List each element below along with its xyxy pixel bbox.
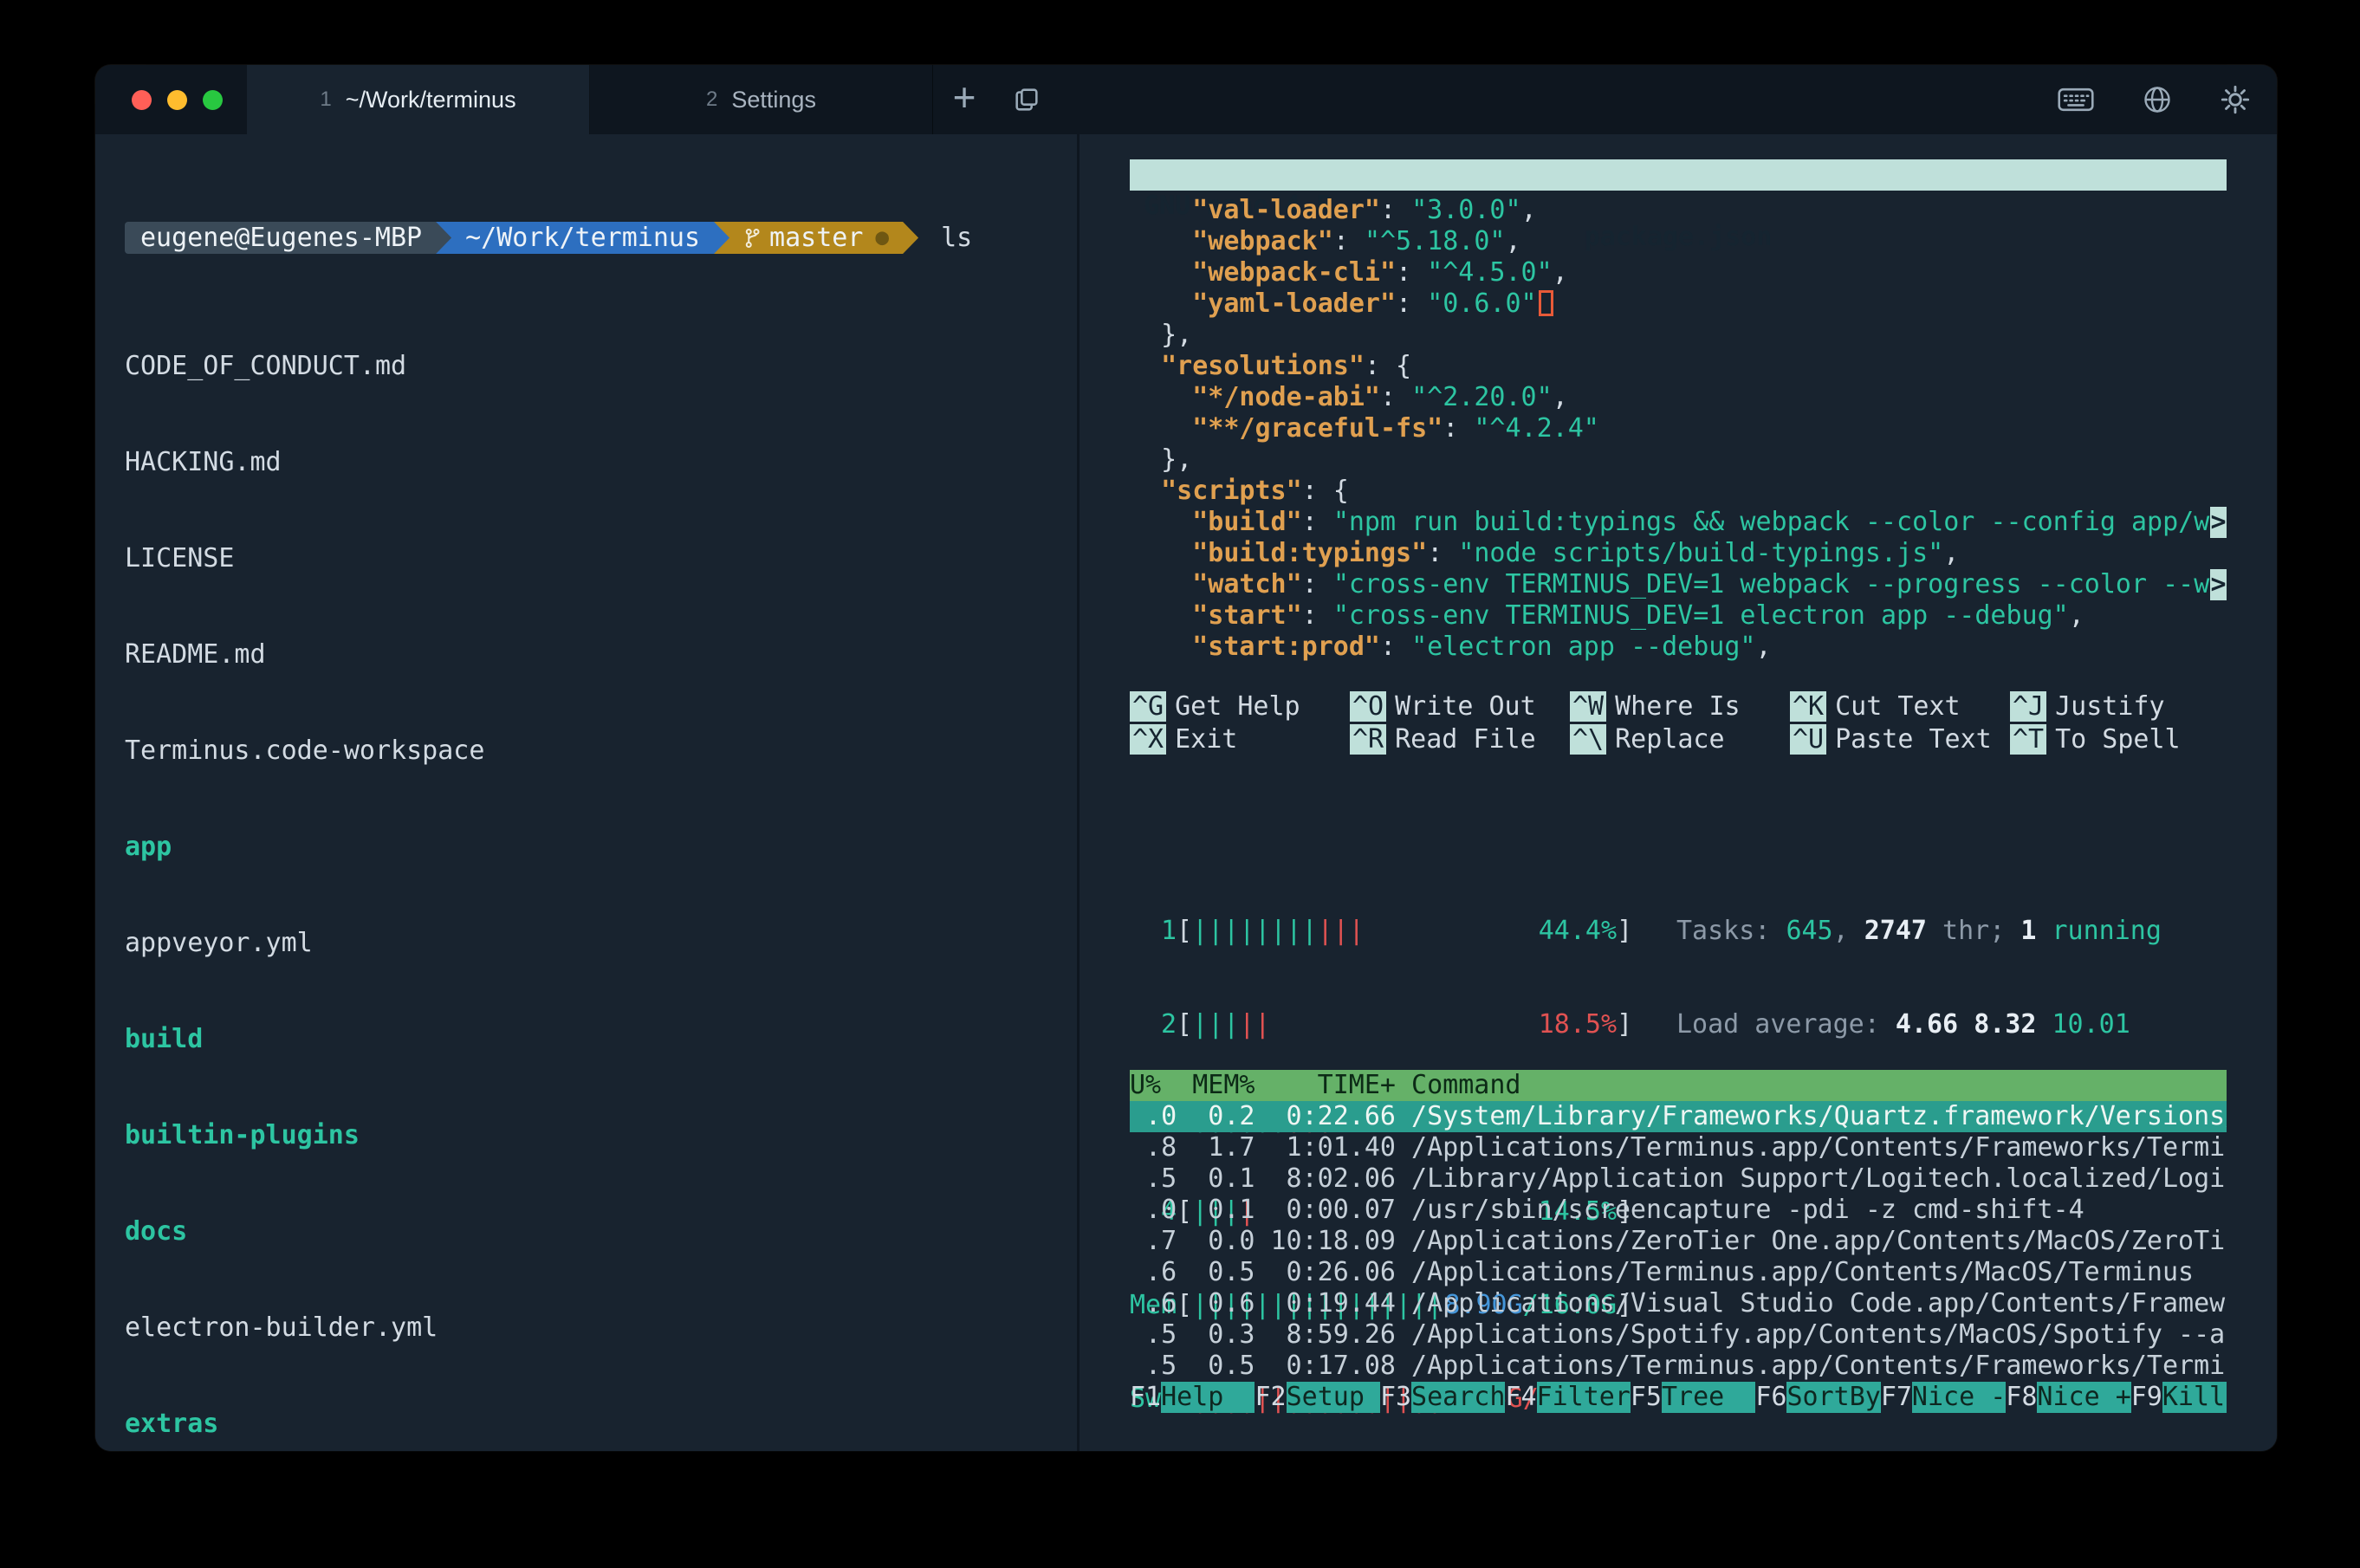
tab-number: 1 xyxy=(320,87,331,112)
load-average-stat: Load average: 4.66 8.32 10.01 xyxy=(1676,1009,2162,1040)
nano-title-bar: GNU nano 4.5 package.json xyxy=(1130,159,2227,191)
fkey-filter[interactable]: F4Filter xyxy=(1505,1382,1630,1413)
nano-line: "resolutions": { xyxy=(1130,351,2227,382)
process-row[interactable]: .50.38:59.26/Applications/Spotify.app/Co… xyxy=(1130,1319,2227,1351)
nano-line: "scripts": { xyxy=(1130,476,2227,507)
nano-shortcut: ^\Replace xyxy=(1570,724,1790,757)
file-entry: electron-builder.yml xyxy=(125,1312,1077,1344)
close-button[interactable] xyxy=(132,90,152,110)
fkey-setup[interactable]: F2Setup xyxy=(1255,1382,1379,1413)
nano-line: "val-loader": "3.0.0", xyxy=(1130,195,2227,226)
nano-editor[interactable]: "val-loader": "3.0.0", "webpack": "^5.18… xyxy=(1130,195,2227,663)
process-row[interactable]: .70.010:18.09/Applications/ZeroTier One.… xyxy=(1130,1226,2227,1257)
file-entry: appveyor.yml xyxy=(125,927,1077,959)
git-branch-icon xyxy=(743,227,761,249)
nano-line: }, xyxy=(1130,444,2227,476)
file-entry: CODE_OF_CONDUCT.md xyxy=(125,350,1077,382)
cpu-meter-2: 2[|||||18.5%] xyxy=(1130,1009,1632,1040)
nano-shortcut: ^GGet Help xyxy=(1130,691,1350,724)
dir-entry: build xyxy=(125,1023,1077,1055)
nano-line: "**/graceful-fs": "^4.2.4" xyxy=(1130,413,2227,444)
fkey-sortby[interactable]: F6SortBy xyxy=(1755,1382,1880,1413)
file-entry: LICENSE xyxy=(125,542,1077,574)
process-table-header[interactable]: U%MEM%TIME+Command xyxy=(1130,1070,2227,1101)
process-row-selected[interactable]: .00.20:22.66/System/Library/Frameworks/Q… xyxy=(1130,1101,2227,1132)
tab-label: ~/Work/terminus xyxy=(346,87,516,113)
nano-line: "start": "cross-env TERMINUS_DEV=1 elect… xyxy=(1130,600,2227,632)
tab-work-terminus[interactable]: 1 ~/Work/terminus xyxy=(247,65,590,134)
line-continuation-marker: > xyxy=(2210,569,2227,600)
tab-bar-actions xyxy=(2057,65,2277,134)
window-controls xyxy=(95,65,247,134)
process-row[interactable]: .00.10:00.07/usr/sbin/screencapture -pdi… xyxy=(1130,1195,2227,1226)
terminal-pane-shell[interactable]: eugene@Eugenes-MBP ~/Work/terminus maste… xyxy=(95,134,1077,1451)
cpu-meter-1: 1[|||||||||||44.4%] xyxy=(1130,916,1632,947)
nano-shortcut: ^JJustify xyxy=(2010,691,2230,724)
prompt-line: eugene@Eugenes-MBP ~/Work/terminus maste… xyxy=(125,222,1077,254)
prompt-path-segment: ~/Work/terminus xyxy=(436,222,729,254)
minimize-button[interactable] xyxy=(167,90,187,110)
terminus-window: 1 ~/Work/terminus 2 Settings + xyxy=(95,65,2277,1451)
fkey-search[interactable]: F3Search xyxy=(1380,1382,1505,1413)
nano-line: "yaml-loader": "0.6.0" xyxy=(1130,288,2227,320)
process-row[interactable]: .50.50:17.08/Applications/Terminus.app/C… xyxy=(1130,1351,2227,1382)
prompt-git-segment: master ● xyxy=(714,222,918,254)
fkey-tree[interactable]: F5Tree xyxy=(1631,1382,1755,1413)
process-row[interactable]: .50.18:02.06/Library/Application Support… xyxy=(1130,1163,2227,1195)
htop-function-key-bar: F1Help F2Setup F3Search F4Filter F5Tree … xyxy=(1130,1382,2227,1413)
nano-cursor xyxy=(1539,290,1553,316)
nano-line: "webpack-cli": "^4.5.0", xyxy=(1130,257,2227,288)
tab-number: 2 xyxy=(706,87,717,112)
nano-line: "watch": "cross-env TERMINUS_DEV=1 webpa… xyxy=(1130,569,2227,600)
nano-line: "start:prod": "electron app --debug", xyxy=(1130,632,2227,663)
nano-line: "build:typings": "node scripts/build-typ… xyxy=(1130,538,2227,569)
file-entry: Terminus.code-workspace xyxy=(125,735,1077,767)
nano-shortcut: ^XExit xyxy=(1130,724,1350,757)
git-dirty-dot: ● xyxy=(875,222,889,254)
dir-entry: extras xyxy=(125,1408,1077,1440)
nano-shortcut-bar: ^GGet Help ^OWrite Out ^WWhere Is ^KCut … xyxy=(1130,691,2227,757)
nano-shortcut: ^OWrite Out xyxy=(1350,691,1570,724)
fkey-nice-plus[interactable]: F8Nice + xyxy=(2006,1382,2130,1413)
nano-line: }, xyxy=(1130,320,2227,351)
fkey-help[interactable]: F1Help xyxy=(1130,1382,1255,1413)
nano-line: "webpack": "^5.18.0", xyxy=(1130,226,2227,257)
dir-entry: docs xyxy=(125,1215,1077,1247)
nano-shortcut: ^TTo Spell xyxy=(2010,724,2230,757)
nano-line: "*/node-abi": "^2.20.0", xyxy=(1130,382,2227,413)
duplicate-tab-icon[interactable] xyxy=(995,65,1058,134)
nano-shortcut: ^RRead File xyxy=(1350,724,1570,757)
typed-command: ls xyxy=(941,222,972,254)
process-row[interactable]: .60.60:19.44/Applications/Visual Studio … xyxy=(1130,1288,2227,1319)
split-pane-area: eugene@Eugenes-MBP ~/Work/terminus maste… xyxy=(95,134,2277,1451)
tasks-stat: Tasks: 645, 2747 thr; 1 running xyxy=(1676,916,2162,947)
file-entry: HACKING.md xyxy=(125,446,1077,478)
dir-entry: builtin-plugins xyxy=(125,1119,1077,1151)
nano-shortcut: ^WWhere Is xyxy=(1570,691,1790,724)
right-pane[interactable]: GNU nano 4.5 package.json "val-loader": … xyxy=(1130,134,2227,1451)
process-row[interactable]: .81.71:01.40/Applications/Terminus.app/C… xyxy=(1130,1132,2227,1163)
dir-entry: app xyxy=(125,831,1077,863)
tab-label: Settings xyxy=(731,87,816,113)
nano-line: "build": "npm run build:typings && webpa… xyxy=(1130,507,2227,538)
prompt-user-segment: eugene@Eugenes-MBP xyxy=(125,222,451,254)
fkey-nice-minus[interactable]: F7Nice - xyxy=(1881,1382,2006,1413)
line-continuation-marker: > xyxy=(2210,507,2227,538)
globe-icon[interactable] xyxy=(2142,84,2173,115)
keyboard-icon[interactable] xyxy=(2057,87,2095,113)
process-row[interactable]: .60.50:26.06/Applications/Terminus.app/C… xyxy=(1130,1257,2227,1288)
zoom-button[interactable] xyxy=(203,90,223,110)
nano-shortcut: ^KCut Text xyxy=(1790,691,2010,724)
tab-settings[interactable]: 2 Settings xyxy=(590,65,933,134)
settings-gear-icon[interactable] xyxy=(2220,84,2251,115)
file-entry: README.md xyxy=(125,638,1077,671)
htop-process-table: U%MEM%TIME+Command .00.20:22.66/System/L… xyxy=(1130,1070,2227,1382)
fkey-kill[interactable]: F9Kill xyxy=(2131,1382,2227,1413)
pane-divider[interactable] xyxy=(1077,134,1080,1451)
new-tab-button[interactable]: + xyxy=(933,65,995,134)
nano-shortcut: ^UPaste Text xyxy=(1790,724,2010,757)
tab-bar: 1 ~/Work/terminus 2 Settings + xyxy=(95,65,2277,134)
